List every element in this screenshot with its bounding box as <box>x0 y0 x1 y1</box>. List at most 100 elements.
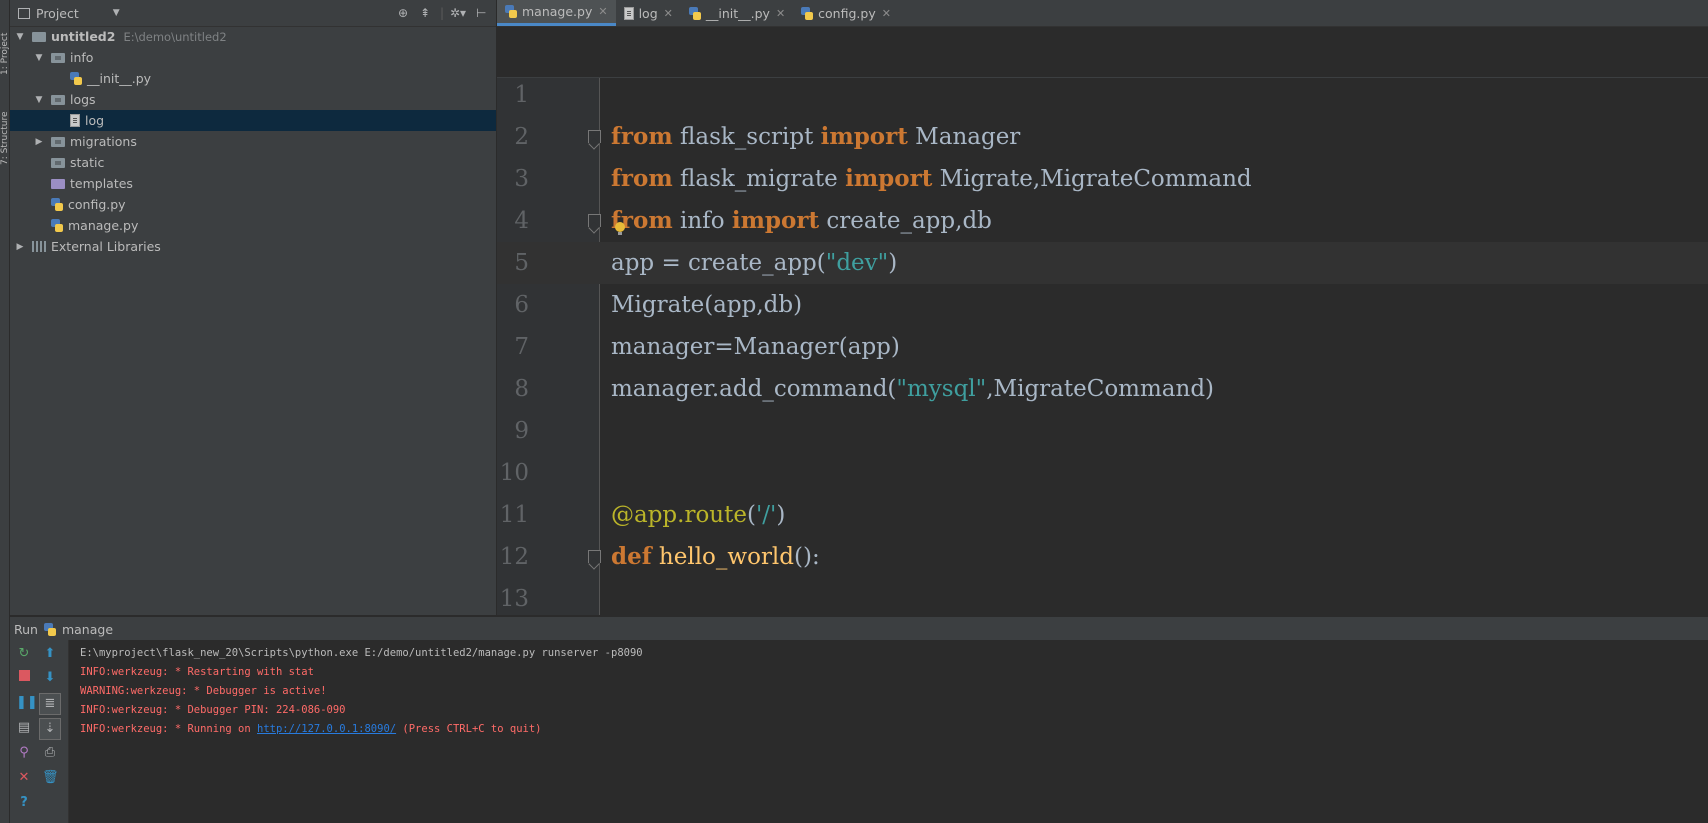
line-number: 11 <box>499 502 529 528</box>
run-toolbar: ↻ ⬆ ⬇ ❚❚ ≣ ▤ ⇣ ⚲ ⎙ ✕ 🗑 ? <box>10 640 69 823</box>
package-folder-icon <box>51 136 65 147</box>
down-icon[interactable]: ⬇ <box>42 670 58 686</box>
fold-marker-icon[interactable] <box>588 550 601 563</box>
code-line: 7 manager=Manager(app) <box>497 326 1708 368</box>
project-panel: Project ▼ ⊕ ⇞ | ✲▾ ⊢ ▼ untitled2 E:\demo\u… <box>10 0 497 615</box>
editor-tab[interactable]: manage.py ✕ <box>497 0 616 26</box>
project-view-label[interactable]: Project <box>36 6 79 21</box>
expand-arrow-icon[interactable]: ▶ <box>33 137 45 147</box>
code-line: 8 manager.add_command("mysql",MigrateComm… <box>497 368 1708 410</box>
tree-item[interactable]: static <box>10 152 496 173</box>
tree-item-label: log <box>85 113 105 128</box>
code-text: manager=Manager(app) <box>611 334 900 360</box>
intention-bulb-icon[interactable] <box>615 222 625 235</box>
help-icon[interactable]: ? <box>16 795 32 811</box>
run-config-tab[interactable]: manage <box>62 622 113 637</box>
python-file-icon <box>801 6 814 20</box>
editor-tab[interactable]: config.py ✕ <box>793 0 899 26</box>
code-line: 11 @app.route('/') <box>497 494 1708 536</box>
tree-item[interactable]: __init__.py <box>10 68 496 89</box>
collapse-icon[interactable]: ⇞ <box>420 6 430 20</box>
hide-icon[interactable]: ⊢ <box>476 6 486 20</box>
dump-threads-icon[interactable]: ▤ <box>16 720 32 736</box>
close-tab-icon[interactable]: ✕ <box>776 7 785 20</box>
close-tab-icon[interactable]: ✕ <box>598 5 607 18</box>
tree-item-label: manage.py <box>68 218 139 233</box>
code-text: manager.add_command("mysql",MigrateComma… <box>611 376 1215 402</box>
editor-tab-bar: manage.py ✕ log ✕ __init__.py ✕ config.py ✕ <box>497 0 1708 27</box>
close-tab-icon[interactable]: ✕ <box>664 7 673 20</box>
expand-arrow-icon[interactable]: ▼ <box>33 95 45 105</box>
pause-icon[interactable]: ❚❚ <box>16 695 38 711</box>
project-tree: ▼ untitled2 E:\demo\untitled2 ▼ info __init__… <box>10 26 496 615</box>
package-folder-icon <box>51 52 65 63</box>
tree-item[interactable]: config.py <box>10 194 496 215</box>
code-editor[interactable]: 1 2 from flask_script import Manager 3 from … <box>497 78 1708 615</box>
python-file-icon <box>505 5 517 18</box>
fold-marker-icon[interactable] <box>588 214 601 227</box>
expand-arrow-icon[interactable]: ▶ <box>14 242 26 252</box>
package-folder-icon <box>51 94 65 105</box>
tree-item[interactable]: ▼ info <box>10 47 496 68</box>
tree-item-label: untitled2 <box>51 29 116 44</box>
code-line: 12 def hello_world(): <box>497 536 1708 578</box>
tree-item[interactable]: manage.py <box>10 215 496 236</box>
code-line: 2 from flask_script import Manager <box>497 116 1708 158</box>
text-file-icon <box>70 114 80 127</box>
code-line: 5 app = create_app("dev") <box>497 242 1708 284</box>
console-line: WARNING:werkzeug: * Debugger is active! <box>80 685 327 697</box>
line-number: 8 <box>514 376 529 402</box>
tree-item-label: logs <box>70 92 96 107</box>
console-output[interactable]: E:\myproject\flask_new_20\Scripts\python… <box>80 644 643 739</box>
print-icon[interactable]: ⎙ <box>42 745 58 761</box>
line-number: 6 <box>514 292 529 318</box>
text-file-icon <box>623 6 634 20</box>
server-url-link[interactable]: http://127.0.0.1:8090/ <box>257 723 396 735</box>
left-tool-strip: 1: Project 7: Structure <box>0 0 10 823</box>
structure-tool-tab[interactable]: 7: Structure <box>0 95 9 166</box>
folder-icon <box>32 31 46 42</box>
tree-item[interactable]: log <box>10 110 496 131</box>
close-icon[interactable]: ✕ <box>16 770 32 786</box>
editor-tab[interactable]: log ✕ <box>616 0 681 26</box>
tree-item[interactable]: ▶ External Libraries <box>10 236 496 257</box>
line-number: 5 <box>514 250 529 276</box>
close-tab-icon[interactable]: ✕ <box>882 7 891 20</box>
console-line: INFO:werkzeug: * Debugger PIN: 224-086-0… <box>80 704 346 716</box>
tree-item[interactable]: ▶ migrations <box>10 131 496 152</box>
tree-item-label: __init__.py <box>87 71 152 86</box>
code-text: Migrate(app,db) <box>611 292 803 318</box>
line-number: 2 <box>514 124 529 150</box>
trash-icon[interactable]: 🗑 <box>42 770 59 786</box>
tree-item[interactable]: ▼ untitled2 E:\demo\untitled2 <box>10 26 496 47</box>
line-number: 3 <box>514 166 529 192</box>
tree-item-label: migrations <box>70 134 137 149</box>
code-text: @app.route('/') <box>611 502 786 528</box>
project-view-dropdown-icon[interactable]: ▼ <box>113 8 120 18</box>
console-line: INFO:werkzeug: * Restarting with stat <box>80 666 314 678</box>
target-icon[interactable]: ⊕ <box>398 6 408 20</box>
gear-icon[interactable]: ✲▾ <box>450 6 466 20</box>
rerun-icon[interactable]: ↻ <box>16 646 32 662</box>
code-line: 1 <box>497 78 1708 116</box>
tree-item-label: static <box>70 155 105 170</box>
expand-arrow-icon[interactable]: ▼ <box>14 32 26 42</box>
project-tool-tab[interactable]: 1: Project <box>0 0 9 75</box>
stop-icon[interactable] <box>16 670 32 686</box>
tab-label: __init__.py <box>705 5 770 21</box>
python-file-icon <box>51 219 63 232</box>
expand-arrow-icon[interactable]: ▼ <box>33 53 45 63</box>
package-folder-icon <box>51 157 65 168</box>
code-line: 4 from info import create_app,db <box>497 200 1708 242</box>
tree-item-label: info <box>70 50 94 65</box>
tree-item[interactable]: templates <box>10 173 496 194</box>
pin-icon[interactable]: ⚲ <box>16 745 32 761</box>
editor-tab[interactable]: __init__.py ✕ <box>681 0 793 26</box>
tree-item[interactable]: ▼ logs <box>10 89 496 110</box>
code-line: 9 <box>497 410 1708 452</box>
up-icon[interactable]: ⬆ <box>42 646 58 662</box>
run-label: Run <box>14 621 38 637</box>
fold-marker-icon[interactable] <box>588 130 601 143</box>
scroll-to-end-icon[interactable]: ⇣ <box>39 718 61 740</box>
soft-wrap-icon[interactable]: ≣ <box>39 693 61 715</box>
